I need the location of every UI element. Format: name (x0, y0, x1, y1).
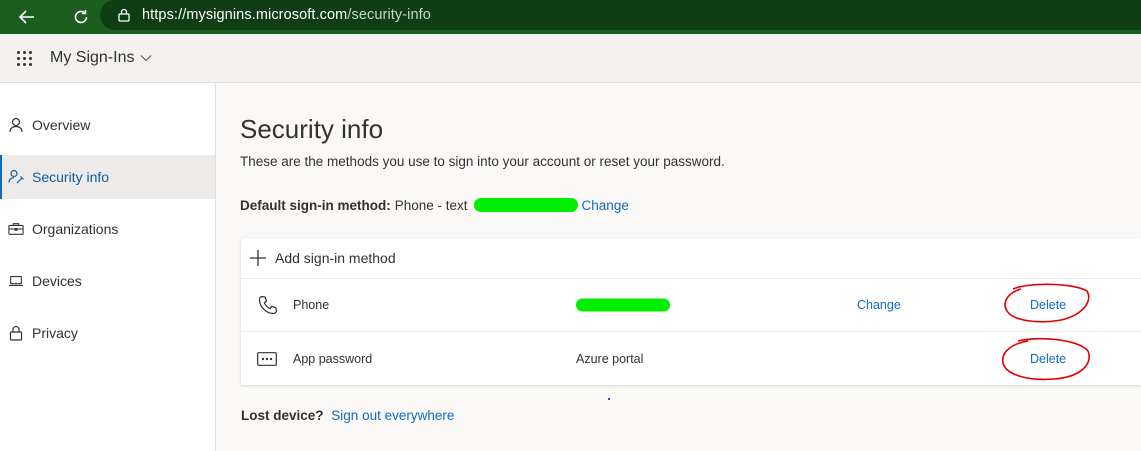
lock-icon (8, 325, 24, 341)
change-default-method-link[interactable]: Change (582, 198, 629, 213)
redacted-phone-detail (576, 298, 670, 312)
stray-dot (608, 398, 610, 400)
method-row-phone: Phone Change Delete (241, 279, 1141, 332)
methods-card: Add sign-in method Phone Change Delete A… (241, 238, 1141, 385)
sidebar-item-label: Overview (32, 117, 91, 133)
change-phone-link[interactable]: Change (857, 298, 901, 312)
main-content: Security info These are the methods you … (216, 83, 1141, 451)
sign-out-everywhere-link[interactable]: Sign out everywhere (331, 408, 454, 423)
delete-phone-link[interactable]: Delete (1030, 298, 1066, 312)
laptop-icon (8, 273, 24, 289)
lock-icon (118, 8, 130, 22)
chevron-down-icon[interactable] (140, 54, 152, 62)
default-method-value: Phone - text (394, 197, 468, 213)
address-bar[interactable]: https://mysignins.microsoft.com/security… (100, 0, 1141, 30)
add-sign-in-method-button[interactable]: Add sign-in method (241, 238, 1141, 279)
method-row-app-password: App password Azure portal Delete (241, 332, 1141, 385)
app-header: My Sign-Ins (0, 34, 1141, 83)
refresh-button[interactable] (64, 3, 98, 31)
password-dots-icon (257, 351, 277, 366)
default-method-line: Default sign-in method: Phone - text Cha… (240, 195, 1141, 215)
app-launcher-button[interactable] (0, 50, 48, 66)
refresh-icon (74, 10, 88, 24)
page-description: These are the methods you use to sign in… (240, 154, 725, 169)
person-key-icon (8, 169, 24, 185)
url-text: https://mysignins.microsoft.com/security… (142, 7, 431, 23)
plus-icon (249, 249, 267, 267)
sidebar-item-security-info[interactable]: Security info (0, 155, 215, 199)
sidebar-item-label: Security info (32, 169, 110, 185)
redacted-phone-number (473, 198, 578, 212)
lost-device-label: Lost device? (241, 408, 324, 423)
add-sign-in-method-label: Add sign-in method (275, 250, 396, 266)
waffle-icon (16, 50, 32, 66)
sidebar: Overview Security info Organizations Dev… (0, 83, 216, 451)
default-method-label: Default sign-in method: (240, 197, 391, 213)
method-detail (576, 298, 670, 312)
sidebar-item-label: Devices (32, 273, 82, 289)
sidebar-item-label: Organizations (32, 221, 119, 237)
url-path: /security-info (347, 7, 431, 23)
page-title: Security info (240, 114, 384, 144)
briefcase-icon (8, 221, 24, 237)
sidebar-item-overview[interactable]: Overview (0, 103, 215, 147)
method-name: App password (293, 351, 373, 366)
method-name: Phone (293, 298, 330, 312)
phone-icon (257, 294, 279, 316)
back-arrow-icon (18, 10, 34, 24)
back-button[interactable] (10, 3, 44, 31)
sidebar-item-organizations[interactable]: Organizations (0, 207, 215, 251)
app-title[interactable]: My Sign-Ins (50, 49, 134, 67)
url-host: https://mysignins.microsoft.com (142, 7, 348, 23)
sidebar-item-privacy[interactable]: Privacy (0, 311, 215, 355)
method-detail: Azure portal (576, 351, 644, 366)
sidebar-item-label: Privacy (32, 325, 78, 341)
sidebar-item-devices[interactable]: Devices (0, 259, 215, 303)
lost-device-line: Lost device? Sign out everywhere (241, 408, 454, 423)
delete-app-password-link[interactable]: Delete (1030, 352, 1066, 366)
browser-toolbar: https://mysignins.microsoft.com/security… (0, 0, 1141, 34)
person-icon (8, 117, 24, 133)
